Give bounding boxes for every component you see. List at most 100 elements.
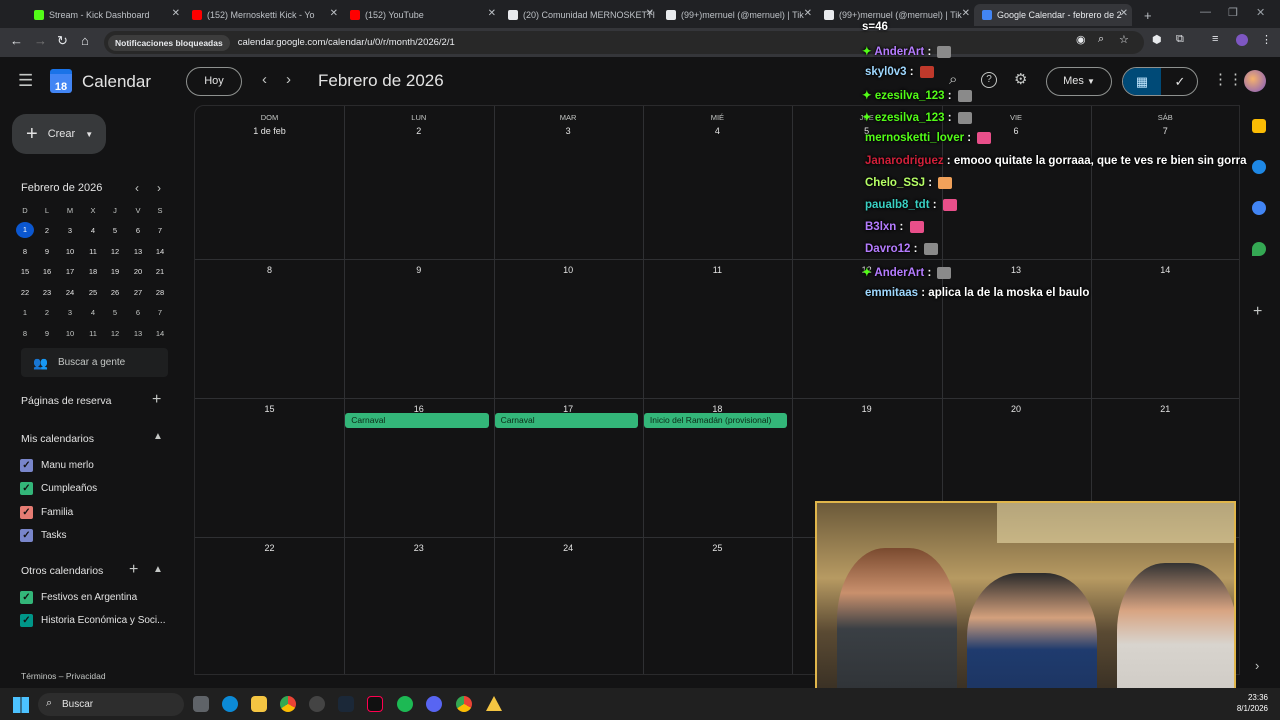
minimize-icon[interactable]: —: [1200, 6, 1211, 18]
view-select[interactable]: Mes ▼: [1046, 67, 1112, 96]
day-number[interactable]: 23: [344, 543, 493, 553]
mini-day[interactable]: 9: [38, 329, 56, 338]
checkbox-icon[interactable]: ✓: [20, 482, 33, 495]
mini-day[interactable]: 19: [106, 267, 124, 276]
maps-icon[interactable]: [1252, 242, 1266, 256]
file-explorer-icon[interactable]: [251, 696, 267, 712]
eye-icon[interactable]: ◉: [1076, 33, 1086, 46]
day-number[interactable]: 24: [494, 543, 643, 553]
close-tab-icon[interactable]: ✕: [1120, 8, 1128, 19]
mini-day[interactable]: 21: [151, 267, 169, 276]
calendar-item[interactable]: ✓ Tasks: [20, 527, 67, 545]
mini-day[interactable]: 11: [84, 329, 102, 338]
contacts-icon[interactable]: [1252, 201, 1266, 215]
mini-day[interactable]: 28: [151, 288, 169, 297]
steam-icon[interactable]: [338, 696, 354, 712]
browser-tab[interactable]: Stream - Kick Dashboard ✕: [26, 4, 184, 26]
mini-day[interactable]: 15: [16, 267, 34, 276]
calendar-item[interactable]: ✓ Familia: [20, 503, 73, 521]
mini-day[interactable]: 14: [151, 247, 169, 256]
mini-day[interactable]: 9: [38, 247, 56, 256]
chrome-icon[interactable]: [280, 696, 296, 712]
day-number[interactable]: 20: [942, 404, 1091, 414]
mini-day[interactable]: 1: [16, 308, 34, 317]
day-number[interactable]: 7: [1091, 126, 1239, 136]
mini-day[interactable]: 6: [129, 308, 147, 317]
close-tab-icon[interactable]: ✕: [646, 8, 654, 19]
discord-icon[interactable]: [426, 696, 442, 712]
settings-gear-icon[interactable]: ⚙: [1014, 70, 1027, 88]
mini-day[interactable]: 24: [61, 288, 79, 297]
taskbar-clock[interactable]: 23:36 8/1/2026: [1232, 692, 1268, 714]
reload-icon[interactable]: ↻: [57, 33, 68, 49]
add-booking-icon[interactable]: +: [152, 391, 161, 409]
mini-day[interactable]: 25: [84, 288, 102, 297]
calendar-item[interactable]: ✓ Historia Económica y Soci...: [20, 612, 166, 630]
main-menu-icon[interactable]: ☰: [18, 71, 33, 91]
spotify-icon[interactable]: [397, 696, 413, 712]
my-calendars-title[interactable]: Mis calendarios: [21, 433, 94, 445]
notifications-blocked-chip[interactable]: Notificaciones bloqueadas: [108, 34, 230, 51]
collapse-icon[interactable]: ▲: [153, 564, 163, 575]
mini-day[interactable]: 1: [16, 222, 34, 238]
account-avatar[interactable]: [1244, 70, 1266, 92]
chrome-alt-icon[interactable]: [456, 696, 472, 712]
tiktok-icon[interactable]: [367, 696, 383, 712]
close-tab-icon[interactable]: ✕: [330, 8, 338, 19]
obs-icon[interactable]: [309, 696, 325, 712]
close-tab-icon[interactable]: ✕: [962, 8, 970, 19]
terms-privacy-link[interactable]: Términos – Privacidad: [21, 671, 106, 681]
checkbox-icon[interactable]: ✓: [20, 590, 33, 604]
day-number[interactable]: 3: [494, 126, 643, 136]
mini-day[interactable]: 8: [16, 329, 34, 338]
day-number[interactable]: 25: [643, 543, 792, 553]
mini-day[interactable]: 3: [61, 308, 79, 317]
apps-grid-icon[interactable]: ⋮⋮: [1213, 70, 1243, 88]
day-number[interactable]: 22: [195, 543, 344, 553]
mini-day[interactable]: 18: [84, 267, 102, 276]
mini-day[interactable]: 16: [38, 267, 56, 276]
mini-day[interactable]: 23: [38, 288, 56, 297]
help-icon[interactable]: ?: [981, 72, 997, 88]
tasks-view-icon[interactable]: ✓: [1161, 68, 1197, 95]
mini-day[interactable]: 5: [106, 226, 124, 235]
browser-tab[interactable]: (20) Comunidad MERNOSKETTI ✕: [500, 4, 658, 26]
calendar-logo[interactable]: 18: [50, 69, 72, 93]
close-tab-icon[interactable]: ✕: [804, 8, 812, 19]
prev-month-icon[interactable]: ‹: [262, 71, 267, 88]
reading-list-icon[interactable]: ≡: [1212, 33, 1218, 45]
mini-day[interactable]: 8: [16, 247, 34, 256]
zoom-icon[interactable]: ⌕: [1098, 33, 1104, 46]
browser-tab[interactable]: (99+)mernuel (@mernuel) | Tik ✕: [816, 4, 974, 26]
mini-day[interactable]: 20: [129, 267, 147, 276]
create-button[interactable]: + Crear ▼: [12, 114, 106, 154]
day-number[interactable]: 10: [494, 265, 643, 275]
collapse-icon[interactable]: ▲: [153, 431, 163, 442]
new-tab-icon[interactable]: +: [1136, 4, 1152, 26]
next-month-icon[interactable]: ›: [286, 71, 291, 88]
mini-day[interactable]: 22: [16, 288, 34, 297]
day-number[interactable]: 21: [1091, 404, 1239, 414]
address-bar[interactable]: Notificaciones bloqueadas calendar.googl…: [104, 31, 1144, 54]
mini-day[interactable]: 7: [151, 308, 169, 317]
mini-day[interactable]: 10: [61, 247, 79, 256]
add-addon-icon[interactable]: +: [1253, 303, 1262, 321]
checkbox-icon[interactable]: ✓: [20, 614, 33, 627]
checkbox-icon[interactable]: ✓: [20, 505, 33, 519]
day-number[interactable]: 4: [643, 126, 792, 136]
browser-tab[interactable]: (152) Mernosketti Kick - Yo ✕: [184, 4, 342, 26]
event-chip[interactable]: Carnaval: [345, 413, 489, 428]
expand-panel-icon[interactable]: ›: [1255, 658, 1259, 673]
calendar-item[interactable]: ✓ Manu merlo: [20, 456, 94, 474]
calendar-item[interactable]: ✓ Cumpleaños: [20, 480, 97, 498]
mini-day[interactable]: 11: [84, 247, 102, 256]
day-number[interactable]: 1 de feb: [195, 126, 344, 136]
mini-day[interactable]: 2: [38, 226, 56, 235]
mini-day[interactable]: 2: [38, 308, 56, 317]
event-chip[interactable]: Carnaval: [494, 413, 638, 428]
browser-menu-icon[interactable]: ⋮: [1261, 33, 1272, 46]
day-number[interactable]: 14: [1091, 265, 1239, 275]
mini-day[interactable]: 26: [106, 288, 124, 297]
close-tab-icon[interactable]: ✕: [488, 8, 496, 19]
mini-day[interactable]: 7: [151, 226, 169, 235]
